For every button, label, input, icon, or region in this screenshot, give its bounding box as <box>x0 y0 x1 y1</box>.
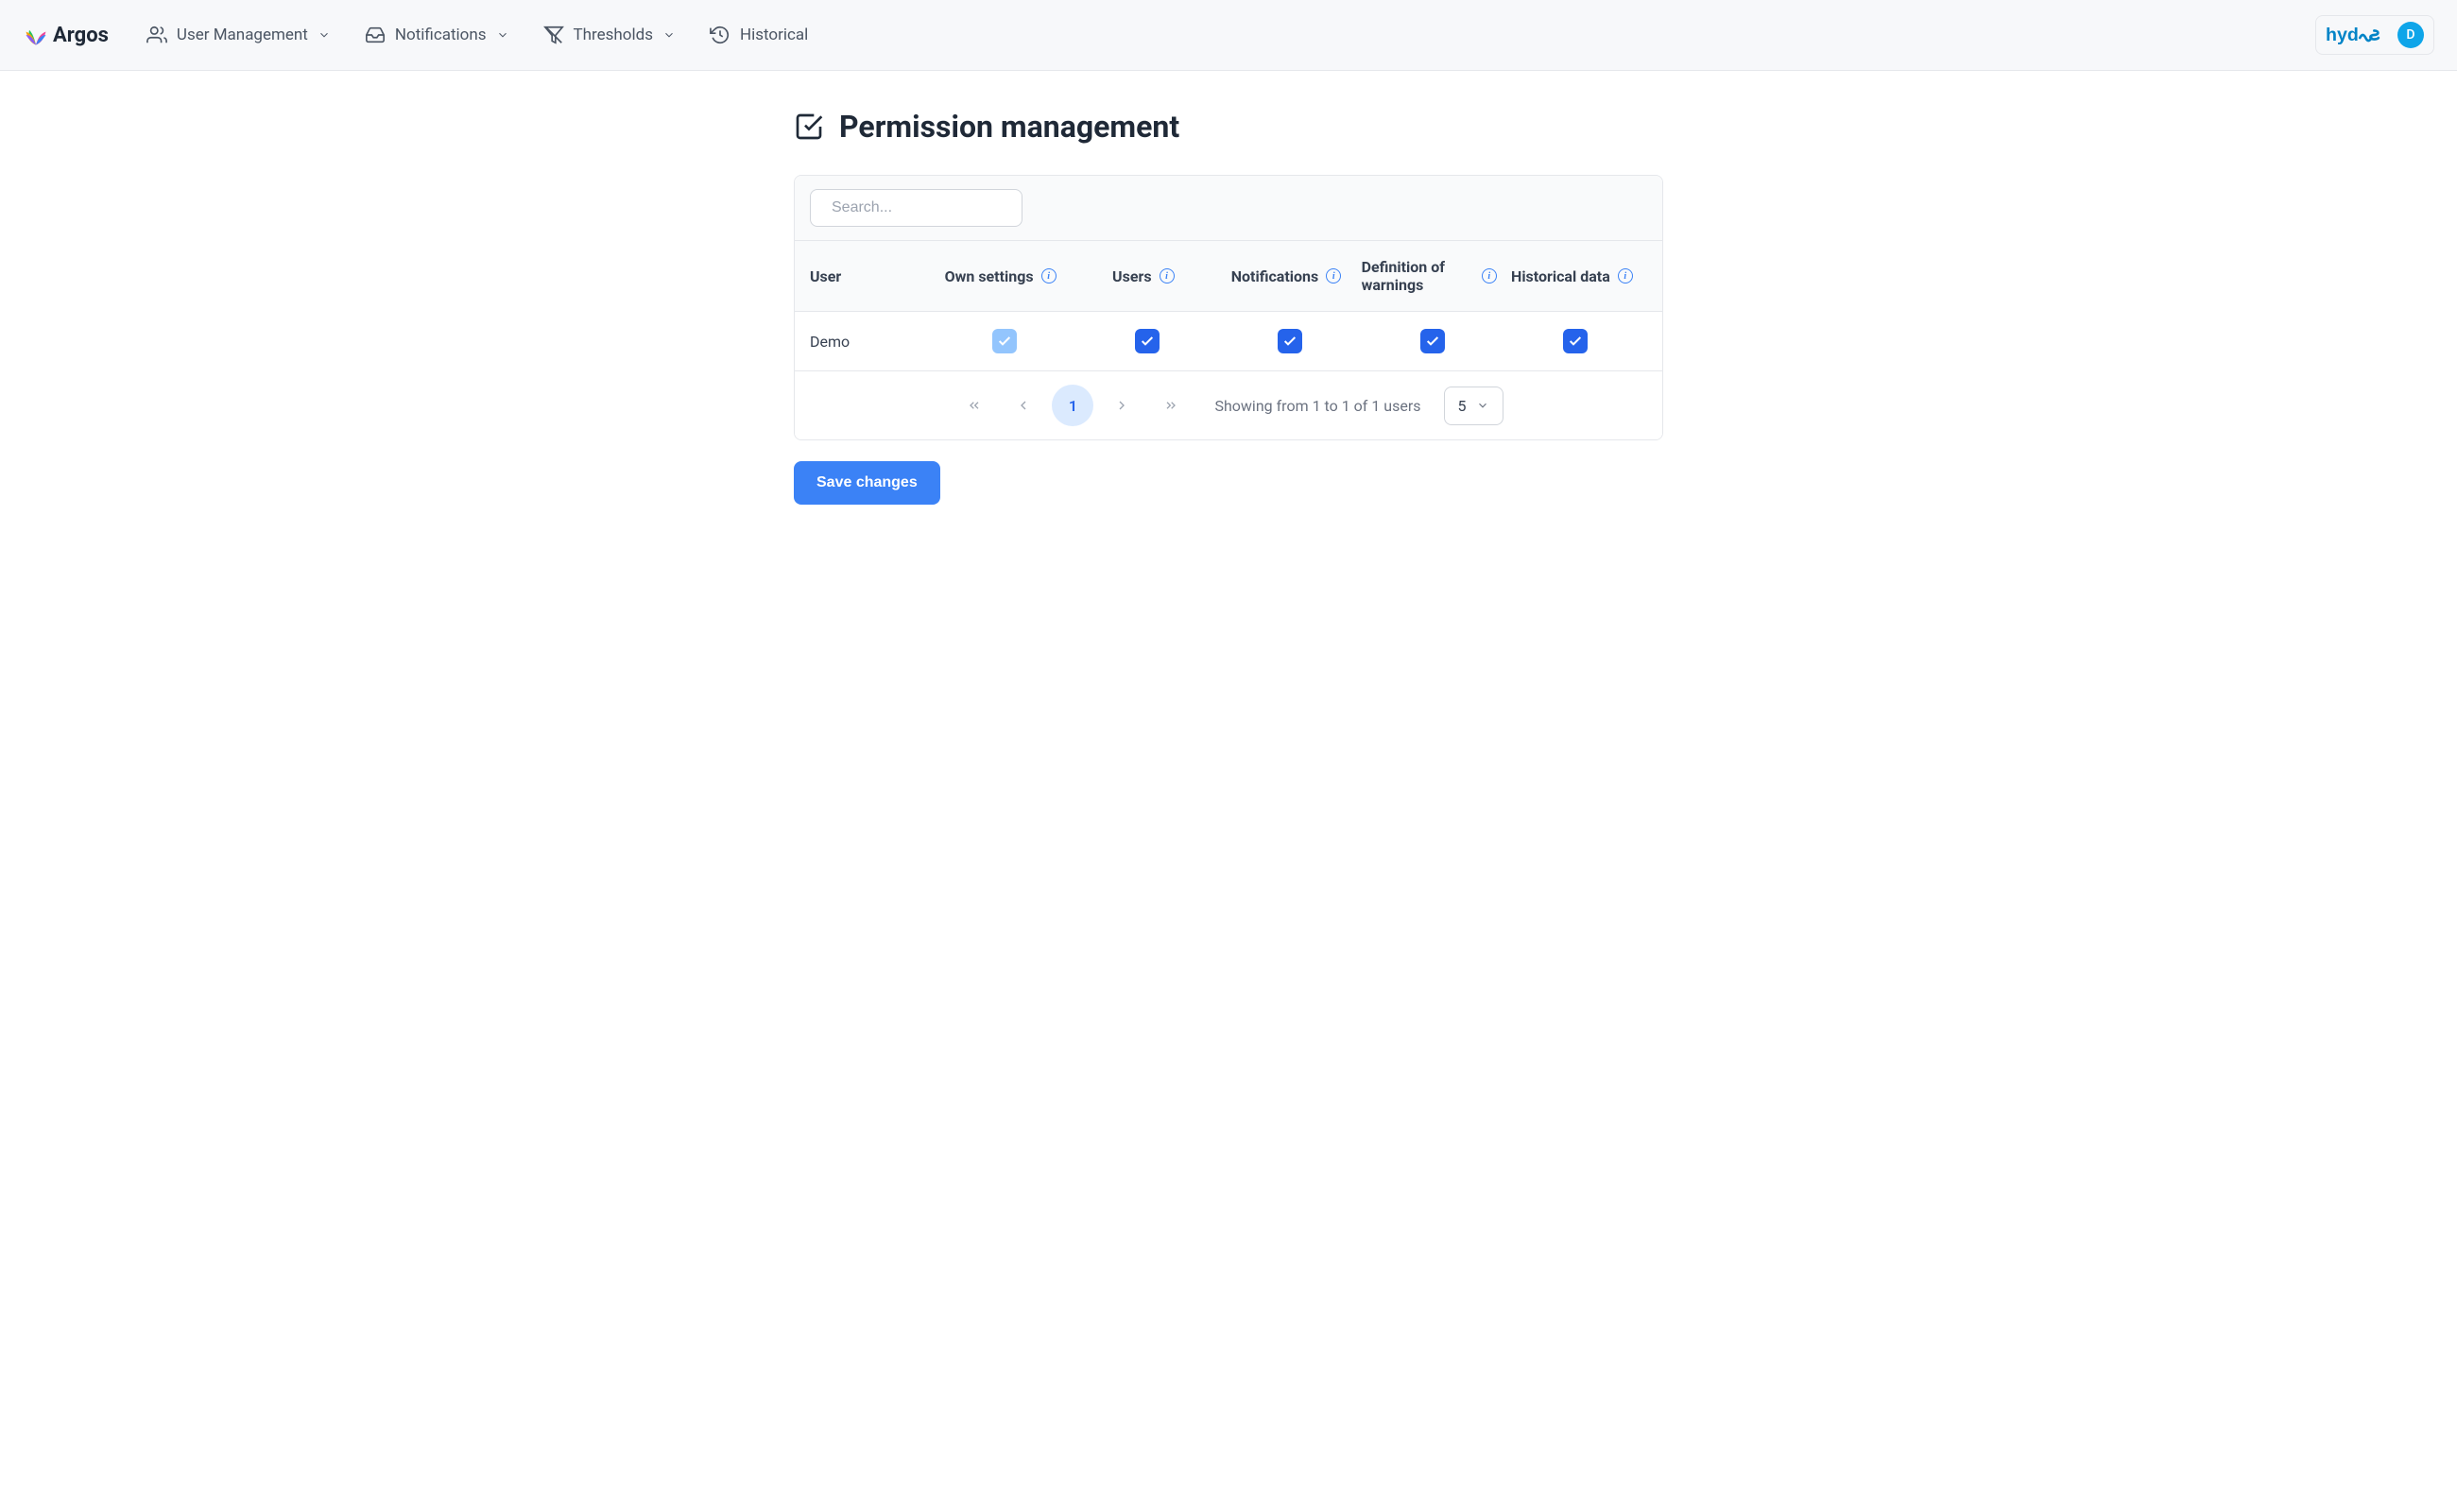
info-icon[interactable]: i <box>1482 268 1497 284</box>
chevron-left-icon <box>1016 398 1031 413</box>
chevrons-left-icon <box>967 398 982 413</box>
page-title: Permission management <box>839 109 1179 145</box>
hydus-logo-icon: hyd <box>2326 24 2390 46</box>
header-left: Argos User Management Notifications Thre… <box>23 22 808 48</box>
th-user: User <box>810 267 933 285</box>
save-button[interactable]: Save changes <box>794 461 940 505</box>
info-icon[interactable]: i <box>1326 268 1341 284</box>
page-size-select[interactable]: 5 <box>1444 387 1503 425</box>
th-definition-of-warnings: Definition of warnings i <box>1362 258 1504 294</box>
chevrons-right-icon <box>1163 398 1178 413</box>
th-label: Historical data <box>1511 267 1610 285</box>
header-right[interactable]: hyd D <box>2315 15 2434 55</box>
pagination-info: Showing from 1 to 1 of 1 users <box>1214 397 1420 415</box>
check-icon <box>1140 334 1155 349</box>
th-notifications: Notifications i <box>1218 267 1361 285</box>
info-icon[interactable]: i <box>1160 268 1175 284</box>
filter-icon <box>543 25 564 45</box>
nav-notifications[interactable]: Notifications <box>365 25 509 45</box>
avatar-letter: D <box>2406 27 2414 43</box>
table-row: Demo <box>795 312 1662 371</box>
cell-definition-of-warnings <box>1362 329 1504 353</box>
nav-thresholds[interactable]: Thresholds <box>543 25 676 45</box>
chevron-down-icon <box>662 28 676 42</box>
page-header: Permission management <box>794 109 1663 145</box>
checkbox-own-settings <box>992 329 1017 353</box>
history-icon <box>710 25 730 45</box>
checkbox-historical-data[interactable] <box>1563 329 1588 353</box>
cell-user: Demo <box>810 333 933 351</box>
cell-users <box>1075 329 1218 353</box>
page-number-1[interactable]: 1 <box>1052 385 1093 426</box>
users-icon <box>146 25 167 45</box>
search-input[interactable] <box>832 199 1027 216</box>
th-label: Users <box>1112 267 1151 285</box>
chevron-down-icon <box>496 28 509 42</box>
page-next[interactable] <box>1101 385 1143 426</box>
nav-label: User Management <box>177 26 308 44</box>
permissions-table: User Own settings i Users i Notification… <box>794 175 1663 440</box>
avatar[interactable]: D <box>2397 22 2424 48</box>
check-square-icon <box>794 112 824 142</box>
check-icon <box>997 334 1012 349</box>
th-users: Users i <box>1075 267 1218 285</box>
header: Argos User Management Notifications Thre… <box>0 0 2457 71</box>
logo[interactable]: Argos <box>23 22 109 48</box>
page-first[interactable] <box>954 385 995 426</box>
cell-notifications <box>1218 329 1361 353</box>
nav-historical[interactable]: Historical <box>710 25 808 45</box>
chevron-right-icon <box>1114 398 1129 413</box>
check-icon <box>1282 334 1297 349</box>
check-icon <box>1568 334 1583 349</box>
nav-label: Historical <box>740 26 808 44</box>
table-header-row: User Own settings i Users i Notification… <box>795 241 1662 312</box>
th-label: Notifications <box>1231 267 1319 285</box>
cell-own-settings <box>933 329 1075 353</box>
page-last[interactable] <box>1150 385 1192 426</box>
search-wrapper <box>810 189 1022 227</box>
inbox-icon <box>365 25 386 45</box>
info-icon[interactable]: i <box>1041 268 1057 284</box>
pagination: 1 Showing from 1 to 1 of 1 users 5 <box>795 371 1662 439</box>
th-label: Own settings <box>945 267 1034 285</box>
th-label: Definition of warnings <box>1362 258 1474 294</box>
top-nav: User Management Notifications Thresholds… <box>146 25 808 45</box>
chevron-down-icon <box>1476 399 1489 412</box>
app-logo-icon <box>23 22 49 48</box>
chevron-down-icon <box>318 28 331 42</box>
page-prev[interactable] <box>1003 385 1044 426</box>
info-icon[interactable]: i <box>1618 268 1633 284</box>
th-own-settings: Own settings i <box>933 267 1075 285</box>
checkbox-notifications[interactable] <box>1278 329 1302 353</box>
check-icon <box>1425 334 1440 349</box>
th-historical-data: Historical data i <box>1504 267 1647 285</box>
svg-text:hyd: hyd <box>2326 25 2359 45</box>
nav-label: Thresholds <box>574 26 653 44</box>
main: Permission management User Own settings … <box>794 71 1663 542</box>
table-toolbar <box>795 176 1662 241</box>
cell-historical-data <box>1504 329 1647 353</box>
page-size-value: 5 <box>1458 397 1467 415</box>
checkbox-definition-of-warnings[interactable] <box>1420 329 1445 353</box>
nav-label: Notifications <box>395 26 487 44</box>
logo-text: Argos <box>53 24 109 47</box>
page-number-label: 1 <box>1069 397 1077 415</box>
checkbox-users[interactable] <box>1135 329 1160 353</box>
th-label: User <box>810 267 841 285</box>
nav-user-management[interactable]: User Management <box>146 25 331 45</box>
